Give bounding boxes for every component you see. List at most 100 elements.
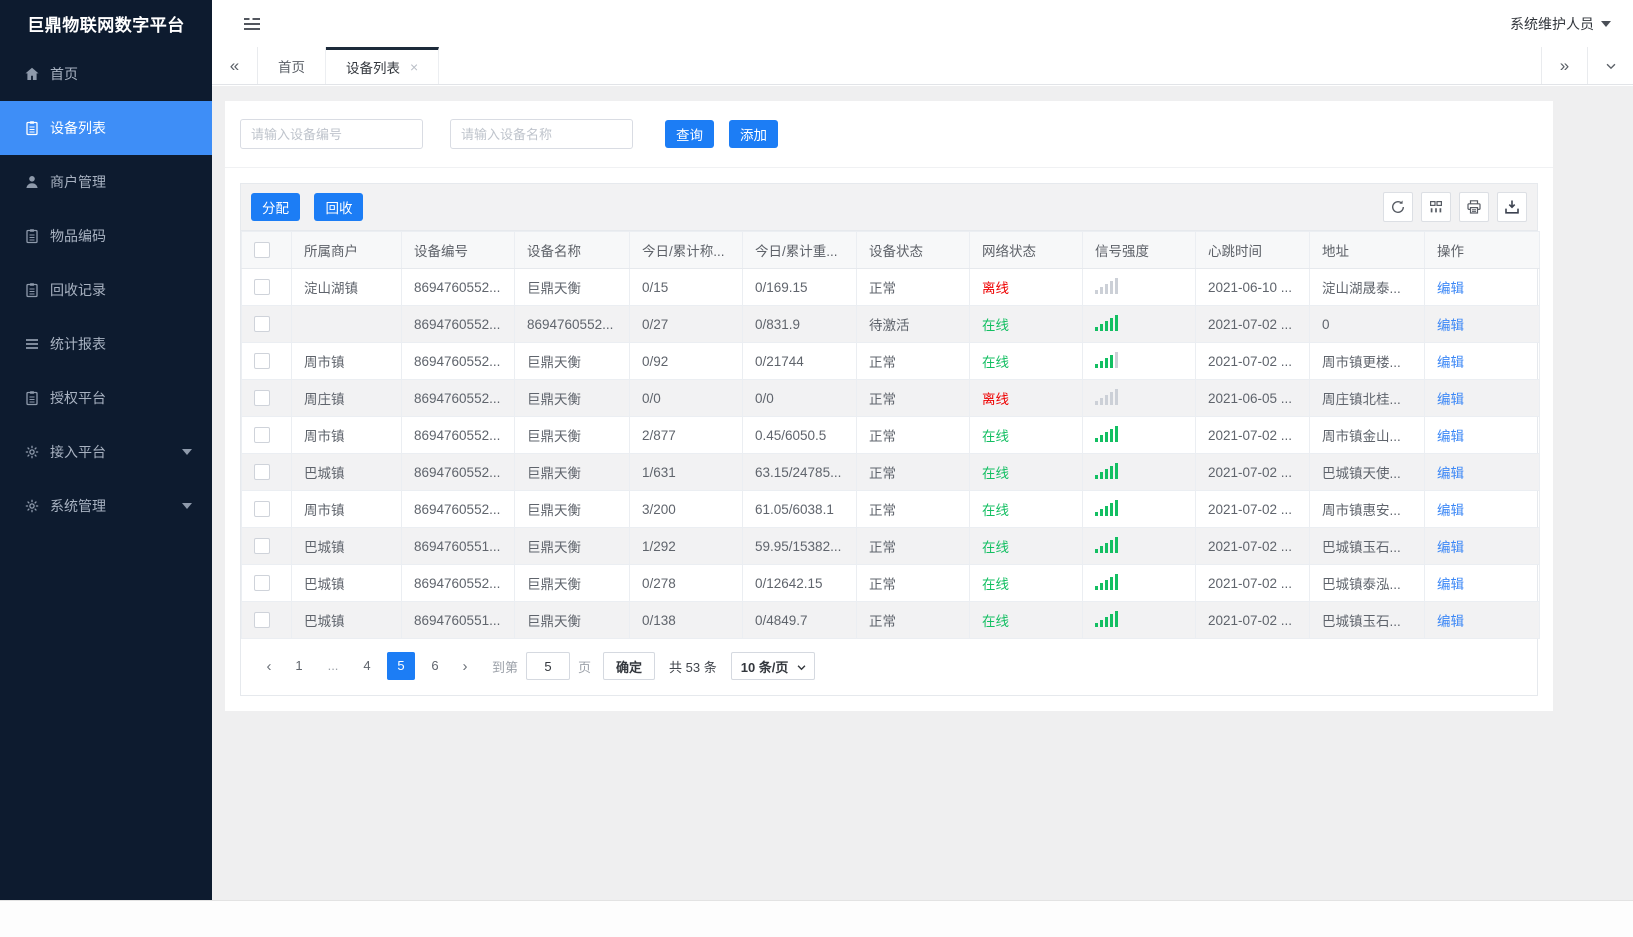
print-icon — [1466, 199, 1482, 215]
page-button-1[interactable]: 1 — [285, 652, 313, 680]
query-button[interactable]: 查询 — [665, 120, 714, 148]
edit-link[interactable]: 编辑 — [1437, 503, 1464, 518]
cell-heartbeat: 2021-06-05 ... — [1195, 379, 1310, 417]
edit-link[interactable]: 编辑 — [1437, 577, 1464, 592]
sidebar-collapse-icon[interactable] — [242, 16, 262, 32]
sidebar-item-5[interactable]: 统计报表 — [0, 317, 212, 371]
sidebar-item-label: 接入平台 — [50, 444, 106, 460]
cell-action: 编辑 — [1424, 268, 1540, 306]
sidebar-item-7[interactable]: 接入平台 — [0, 425, 212, 479]
columns-button[interactable] — [1421, 192, 1451, 222]
sidebar-item-2[interactable]: 商户管理 — [0, 155, 212, 209]
row-checkbox[interactable] — [254, 353, 270, 370]
cell-heartbeat: 2021-07-02 ... — [1195, 601, 1310, 639]
cell-device-name: 巨鼎天衡 — [514, 527, 630, 565]
table-panel: 分配 回收 所属商户 设备编号 设备名称 今日/累计称... 今日/累计重... 设备状态… — [240, 183, 1540, 696]
tab-1[interactable]: 设备列表 × — [326, 47, 440, 84]
select-all-checkbox[interactable] — [254, 242, 270, 259]
pagination: ‹ 1... 456 › 到第 页 确定 共 53 条 10 条/页 — [241, 639, 1537, 695]
sidebar-item-0[interactable]: 首页 — [0, 47, 212, 101]
cell-today-count: 0/0 — [629, 379, 743, 417]
sidebar-item-4[interactable]: 回收记录 — [0, 263, 212, 317]
row-checkbox[interactable] — [254, 390, 270, 407]
tabs-menu-button[interactable] — [1587, 47, 1633, 84]
tab-0[interactable]: 首页 — [258, 47, 326, 84]
edit-link[interactable]: 编辑 — [1437, 614, 1464, 629]
sidebar-item-label: 回收记录 — [50, 282, 106, 298]
cell-today-weight: 59.95/15382... — [742, 527, 857, 565]
refresh-button[interactable] — [1383, 192, 1413, 222]
cell-today-weight: 63.15/24785... — [742, 453, 857, 491]
device-no-input[interactable] — [240, 119, 423, 149]
next-page-button[interactable]: › — [452, 652, 478, 680]
row-checkbox[interactable] — [254, 612, 270, 629]
cell-action: 编辑 — [1424, 490, 1540, 528]
cell-device-status: 正常 — [856, 564, 970, 602]
bottom-scrollbar-area[interactable] — [0, 900, 1633, 937]
page-button-4[interactable]: 4 — [353, 652, 381, 680]
row-checkbox[interactable] — [254, 464, 270, 481]
sidebar-item-1[interactable]: 设备列表 — [0, 101, 212, 155]
row-checkbox[interactable] — [254, 279, 270, 296]
authorize-icon — [24, 390, 40, 406]
cell-network-status: 在线 — [969, 342, 1083, 380]
add-button[interactable]: 添加 — [729, 120, 778, 148]
sidebar-item-6[interactable]: 授权平台 — [0, 371, 212, 425]
edit-link[interactable]: 编辑 — [1437, 466, 1464, 481]
cell-today-count: 3/200 — [629, 490, 743, 528]
tabs: 首页 设备列表 × — [258, 47, 440, 84]
cell-heartbeat: 2021-07-02 ... — [1195, 564, 1310, 602]
signal-strength-indicator — [1095, 462, 1118, 479]
device-name-input[interactable] — [450, 119, 633, 149]
search-row: 查询 添加 — [225, 101, 1553, 167]
cell-device-name: 巨鼎天衡 — [514, 416, 630, 454]
row-checkbox[interactable] — [254, 538, 270, 555]
cell-merchant: 周市镇 — [291, 342, 402, 380]
page-size-select[interactable]: 10 条/页 — [730, 652, 816, 680]
sidebar-item-3[interactable]: 物品编码 — [0, 209, 212, 263]
user-menu[interactable]: 系统维护人员 — [1510, 14, 1611, 34]
table-row: 巴城镇 8694760552... 巨鼎天衡 1/631 63.15/24785... 正… — [241, 453, 1540, 491]
row-checkbox[interactable] — [254, 501, 270, 518]
tabs-scroll-right-button[interactable]: » — [1541, 47, 1587, 84]
edit-link[interactable]: 编辑 — [1437, 540, 1464, 555]
assign-button[interactable]: 分配 — [251, 193, 300, 221]
row-checkbox[interactable] — [254, 575, 270, 592]
cell-today-count: 0/15 — [629, 268, 743, 306]
goto-confirm-button[interactable]: 确定 — [603, 652, 656, 680]
device-list-icon — [24, 120, 40, 136]
recycle-button[interactable]: 回收 — [314, 193, 364, 221]
cell-device-no: 8694760552... — [401, 490, 515, 528]
cell-device-name: 巨鼎天衡 — [514, 342, 630, 380]
cell-action: 编辑 — [1424, 342, 1540, 380]
sidebar-item-label: 物品编码 — [50, 228, 106, 244]
page-button-5[interactable]: 5 — [387, 652, 415, 680]
prev-page-button[interactable]: ‹ — [256, 652, 282, 680]
export-button[interactable] — [1497, 192, 1527, 222]
row-checkbox[interactable] — [254, 316, 270, 333]
cell-device-status: 正常 — [856, 416, 970, 454]
sidebar-item-8[interactable]: 系统管理 — [0, 479, 212, 533]
cell-address: 周市镇惠安... — [1309, 490, 1425, 528]
signal-strength-indicator — [1095, 425, 1118, 442]
cell-device-no: 8694760552... — [401, 416, 515, 454]
edit-link[interactable]: 编辑 — [1437, 318, 1464, 333]
tabs-scroll-left-button[interactable]: « — [212, 47, 258, 84]
cell-device-no: 8694760552... — [401, 305, 515, 343]
edit-link[interactable]: 编辑 — [1437, 392, 1464, 407]
print-button[interactable] — [1459, 192, 1489, 222]
cell-heartbeat: 2021-06-10 ... — [1195, 268, 1310, 306]
page-button-6[interactable]: 6 — [421, 652, 449, 680]
cell-address: 0 — [1309, 305, 1425, 343]
cell-device-no: 8694760552... — [401, 342, 515, 380]
page-buttons: 1... 4 5 6 — [282, 652, 452, 680]
cell-today-weight: 0/831.9 — [742, 305, 857, 343]
cell-device-status: 正常 — [856, 490, 970, 528]
edit-link[interactable]: 编辑 — [1437, 281, 1464, 296]
edit-link[interactable]: 编辑 — [1437, 429, 1464, 444]
tab-close-icon[interactable]: × — [410, 60, 418, 74]
cell-signal — [1082, 564, 1196, 602]
goto-page-input[interactable] — [526, 652, 571, 680]
edit-link[interactable]: 编辑 — [1437, 355, 1464, 370]
row-checkbox[interactable] — [254, 427, 270, 444]
